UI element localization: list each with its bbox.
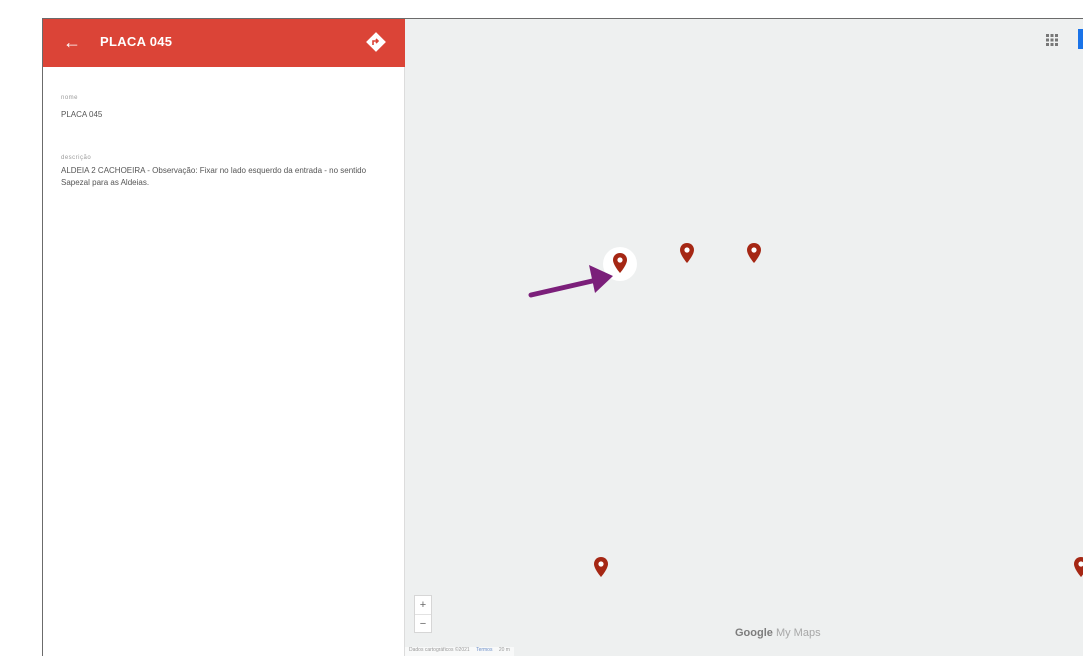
map-control-edge[interactable] (1078, 29, 1083, 49)
annotation-arrow-icon (485, 249, 615, 309)
my-maps-window: ← PLACA 045 nome PLACA 045 descrição ALD… (42, 18, 1083, 656)
google-my-maps-logo: Google My Maps (735, 627, 821, 639)
zoom-control: + − (414, 595, 432, 633)
map-pin-icon[interactable] (594, 557, 608, 577)
map-pin-icon[interactable] (1074, 557, 1083, 577)
description-field-value: ALDEIA 2 CACHOEIRA - Observação: Fixar n… (61, 166, 367, 187)
logo-my-maps-text: My Maps (775, 627, 821, 639)
place-details-panel: ← PLACA 045 nome PLACA 045 descrição ALD… (43, 19, 405, 656)
logo-google-text: Google (735, 627, 773, 639)
map-pin-selected-icon[interactable] (613, 253, 627, 273)
terms-link[interactable]: Termos (476, 647, 492, 653)
scale-label: 20 m (498, 647, 510, 653)
map-canvas[interactable]: + − Google My Maps Dados cartográficos ©… (405, 19, 1083, 656)
grid-icon[interactable] (1045, 33, 1059, 47)
back-arrow-icon[interactable]: ← (61, 31, 83, 53)
place-title: PLACA 045 (100, 34, 173, 49)
directions-icon[interactable] (365, 31, 387, 53)
name-field-value: PLACA 045 (61, 110, 103, 119)
panel-header: ← PLACA 045 (43, 19, 405, 67)
map-pin-icon[interactable] (747, 243, 761, 263)
map-pin-icon[interactable] (680, 243, 694, 263)
zoom-in-button[interactable]: + (415, 596, 431, 615)
map-data-credit: Dados cartográficos ©2021 (409, 647, 470, 653)
name-field-label: nome (61, 95, 79, 101)
description-field-label: descrição (61, 155, 92, 161)
map-attribution: Dados cartográficos ©2021 Termos 20 m (405, 647, 514, 656)
zoom-out-button[interactable]: − (415, 615, 431, 633)
